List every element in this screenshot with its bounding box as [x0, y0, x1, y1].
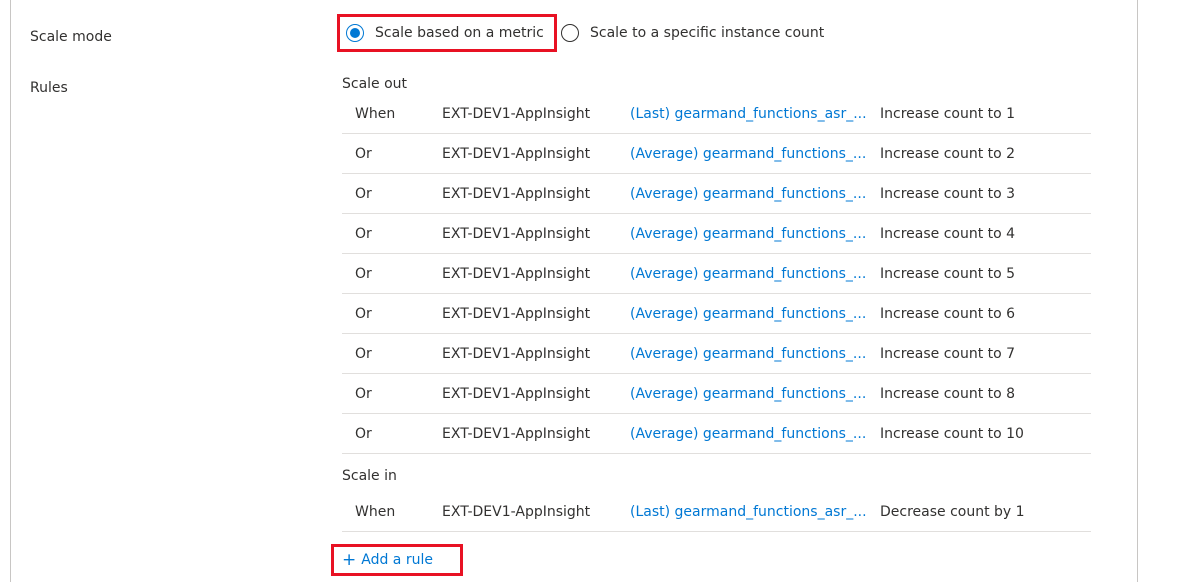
- add-rule-button[interactable]: + Add a rule: [331, 544, 463, 576]
- radio-unselected-icon[interactable]: [561, 24, 579, 42]
- rule-action: Increase count to 2: [880, 146, 1016, 162]
- rule-metric-link[interactable]: (Average) gearmand_functions_...: [630, 344, 870, 364]
- rule-metric-link[interactable]: (Average) gearmand_functions_...: [630, 144, 870, 164]
- rule-action: Decrease count by 1: [880, 504, 1025, 520]
- rule-condition: Or: [355, 426, 372, 442]
- rule-resource: EXT-DEV1-AppInsight: [442, 226, 591, 242]
- panel-left-border: [10, 0, 11, 582]
- rule-resource: EXT-DEV1-AppInsight: [442, 346, 591, 362]
- rule-condition: When: [355, 106, 396, 122]
- rule-metric-link[interactable]: (Average) gearmand_functions_...: [630, 264, 870, 284]
- scale-mode-radio-group: Scale based on a metric Scale to a speci…: [337, 14, 824, 52]
- scale-based-on-metric-option[interactable]: Scale based on a metric: [337, 14, 557, 52]
- rule-metric-link[interactable]: (Average) gearmand_functions_...: [630, 384, 870, 404]
- rule-condition: Or: [355, 386, 372, 402]
- rule-action: Increase count to 5: [880, 266, 1016, 282]
- rule-metric-link[interactable]: (Last) gearmand_functions_asr_...: [630, 502, 870, 522]
- rule-condition: Or: [355, 346, 372, 362]
- scale-based-on-metric-label: Scale based on a metric: [375, 25, 544, 41]
- rule-metric-link[interactable]: (Average) gearmand_functions_...: [630, 184, 870, 204]
- rule-action: Increase count to 3: [880, 186, 1016, 202]
- rule-metric-link[interactable]: (Average) gearmand_functions_...: [630, 224, 870, 244]
- scale-to-instance-count-label: Scale to a specific instance count: [590, 25, 825, 41]
- rule-condition: Or: [355, 226, 372, 242]
- scale-out-heading: Scale out: [342, 76, 408, 92]
- scale-to-instance-count-option[interactable]: Scale to a specific instance count: [557, 14, 824, 52]
- rule-row[interactable]: Or EXT-DEV1-AppInsight (Average) gearman…: [342, 214, 1091, 254]
- rule-condition: Or: [355, 266, 372, 282]
- plus-icon: +: [342, 549, 357, 570]
- panel-right-border: [1137, 0, 1138, 582]
- rule-condition: Or: [355, 146, 372, 162]
- autoscale-settings-panel: Scale mode Scale based on a metric Scale…: [0, 0, 1178, 582]
- scale-mode-label: Scale mode: [30, 29, 112, 45]
- rule-row[interactable]: When EXT-DEV1-AppInsight (Last) gearmand…: [342, 492, 1091, 532]
- rule-row[interactable]: Or EXT-DEV1-AppInsight (Average) gearman…: [342, 134, 1091, 174]
- rule-row[interactable]: Or EXT-DEV1-AppInsight (Average) gearman…: [342, 294, 1091, 334]
- rule-row[interactable]: Or EXT-DEV1-AppInsight (Average) gearman…: [342, 374, 1091, 414]
- rule-action: Increase count to 7: [880, 346, 1016, 362]
- radio-selected-icon[interactable]: [346, 24, 364, 42]
- rule-action: Increase count to 10: [880, 426, 1024, 442]
- rule-resource: EXT-DEV1-AppInsight: [442, 504, 591, 520]
- rules-label: Rules: [30, 80, 68, 96]
- rule-metric-link[interactable]: (Average) gearmand_functions_...: [630, 304, 870, 324]
- rule-condition: Or: [355, 186, 372, 202]
- rule-row[interactable]: Or EXT-DEV1-AppInsight (Average) gearman…: [342, 174, 1091, 214]
- rule-condition: When: [355, 504, 396, 520]
- rule-resource: EXT-DEV1-AppInsight: [442, 386, 591, 402]
- rule-condition: Or: [355, 306, 372, 322]
- scale-in-heading: Scale in: [342, 468, 397, 484]
- rule-resource: EXT-DEV1-AppInsight: [442, 426, 591, 442]
- rule-resource: EXT-DEV1-AppInsight: [442, 186, 591, 202]
- rule-resource: EXT-DEV1-AppInsight: [442, 306, 591, 322]
- rule-row[interactable]: When EXT-DEV1-AppInsight (Last) gearmand…: [342, 94, 1091, 134]
- rule-resource: EXT-DEV1-AppInsight: [442, 146, 591, 162]
- scale-out-rules-list: When EXT-DEV1-AppInsight (Last) gearmand…: [342, 94, 1091, 454]
- rule-row[interactable]: Or EXT-DEV1-AppInsight (Average) gearman…: [342, 334, 1091, 374]
- rule-resource: EXT-DEV1-AppInsight: [442, 266, 591, 282]
- scale-in-rules-list: When EXT-DEV1-AppInsight (Last) gearmand…: [342, 492, 1091, 532]
- rule-row[interactable]: Or EXT-DEV1-AppInsight (Average) gearman…: [342, 254, 1091, 294]
- rule-metric-link[interactable]: (Last) gearmand_functions_asr_...: [630, 104, 870, 124]
- rule-action: Increase count to 6: [880, 306, 1016, 322]
- add-rule-label: Add a rule: [361, 552, 433, 568]
- rule-action: Increase count to 8: [880, 386, 1016, 402]
- rule-action: Increase count to 4: [880, 226, 1016, 242]
- rule-row[interactable]: Or EXT-DEV1-AppInsight (Average) gearman…: [342, 414, 1091, 454]
- rule-action: Increase count to 1: [880, 106, 1016, 122]
- rule-metric-link[interactable]: (Average) gearmand_functions_...: [630, 424, 870, 444]
- rule-resource: EXT-DEV1-AppInsight: [442, 106, 591, 122]
